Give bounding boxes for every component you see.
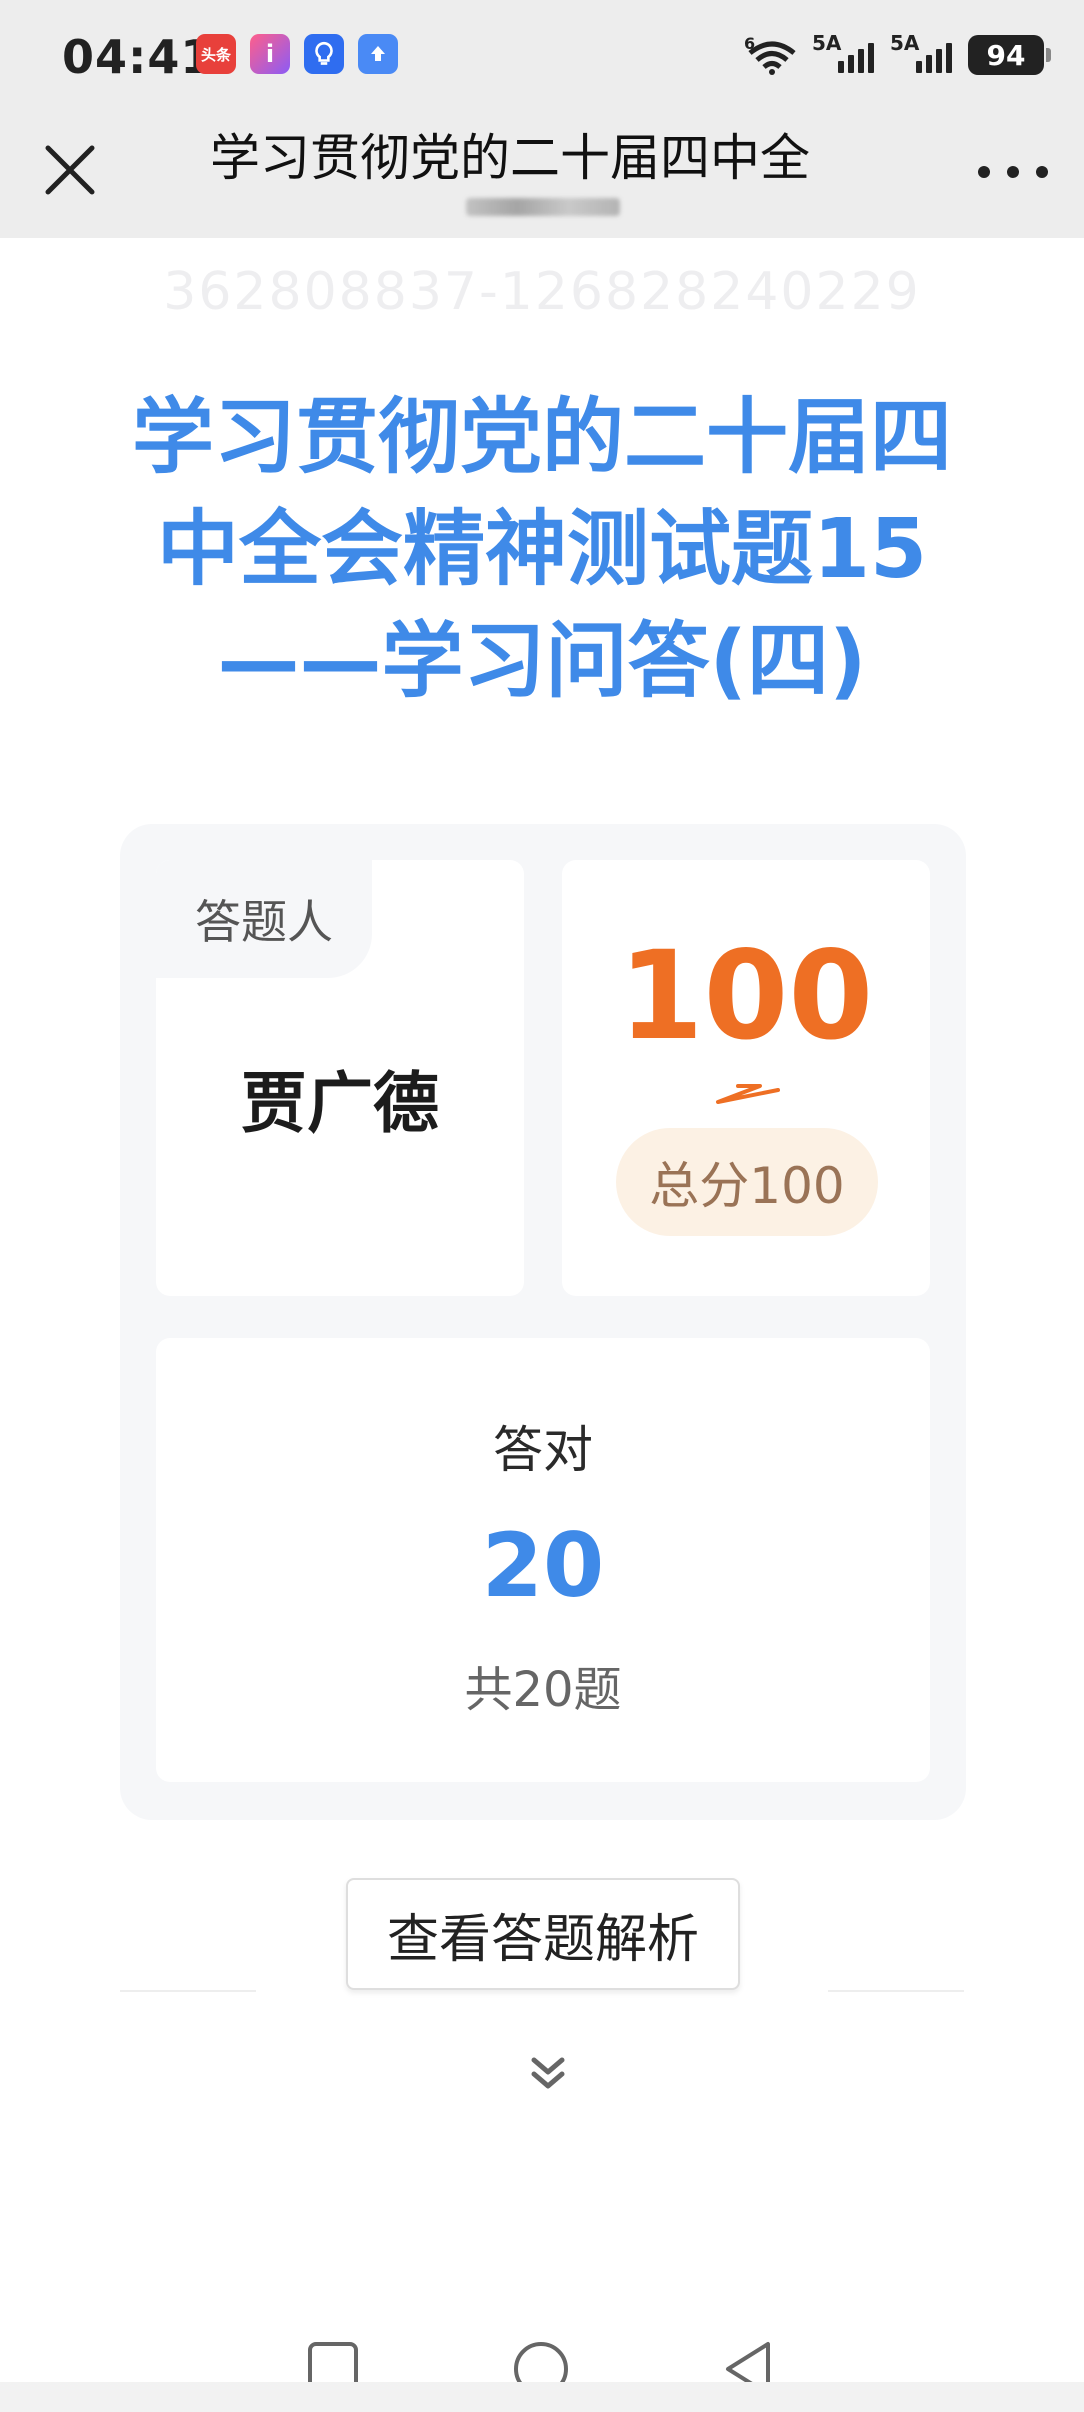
status-indicators: 6 5A 5A 94: [744, 30, 1051, 80]
page-title: 学习贯彻党的二十届四中全: [210, 129, 810, 182]
toutiao-icon: 头条: [196, 34, 236, 74]
total-score-badge: 总分100: [616, 1128, 878, 1236]
correct-panel: 答对 20 共20题: [156, 1338, 930, 1782]
title-bar: 学习贯彻党的二十届四中全: [0, 110, 1084, 238]
close-icon: [45, 145, 95, 195]
score-value: 100: [618, 925, 874, 1067]
correct-label: 答对: [493, 1421, 593, 1479]
gesture-strip: [0, 2382, 1084, 2412]
quiz-title-line-1: 学习贯彻党的二十届四: [131, 390, 952, 485]
score-underline-icon: [716, 1084, 780, 1104]
view-analysis-button[interactable]: 查看答题解析: [346, 1878, 740, 1990]
divider-left: [120, 1990, 256, 1992]
quiz-title-line-2: 中全会精神测试题15: [156, 502, 928, 597]
divider-right: [828, 1990, 964, 1992]
upload-icon: [358, 34, 398, 74]
total-questions: 共20题: [464, 1662, 622, 1718]
respondent-panel: 答题人 贾广德: [156, 860, 524, 1296]
battery-icon: 94: [968, 35, 1051, 75]
close-button[interactable]: [40, 140, 100, 200]
more-button[interactable]: [978, 160, 1048, 184]
quiz-title-line-3: ——学习问答(四): [217, 614, 867, 709]
more-icon: [978, 166, 990, 178]
clock: 04:41: [62, 30, 214, 84]
blurred-subtitle: [466, 198, 620, 216]
status-bar: 04:41 头条 i 6 5A 5A 94: [0, 0, 1084, 110]
double-chevron-down-icon[interactable]: [526, 2052, 570, 2096]
respondent-label: 答题人: [156, 860, 372, 978]
correct-count: 20: [481, 1514, 605, 1617]
info-icon: i: [250, 34, 290, 74]
system-nav-bar: [0, 2310, 1084, 2412]
signal-label-1: 5A: [812, 31, 842, 55]
score-panel: 100 总分100: [562, 860, 930, 1296]
watermark: 362808837-126828240229: [163, 262, 921, 322]
respondent-name: 贾广德: [241, 1065, 439, 1142]
signal-icon-2: 5A: [890, 31, 952, 77]
signal-icon-1: 5A: [812, 31, 874, 77]
wifi-icon: 6: [744, 34, 796, 75]
signal-label-2: 5A: [890, 31, 920, 55]
bulb-icon: [304, 34, 344, 74]
quiz-title: 学习贯彻党的二十届四 中全会精神测试题15 ——学习问答(四): [70, 382, 1014, 718]
result-card: 答题人 贾广德 100 总分100 答对 20 共20题: [120, 824, 966, 1820]
